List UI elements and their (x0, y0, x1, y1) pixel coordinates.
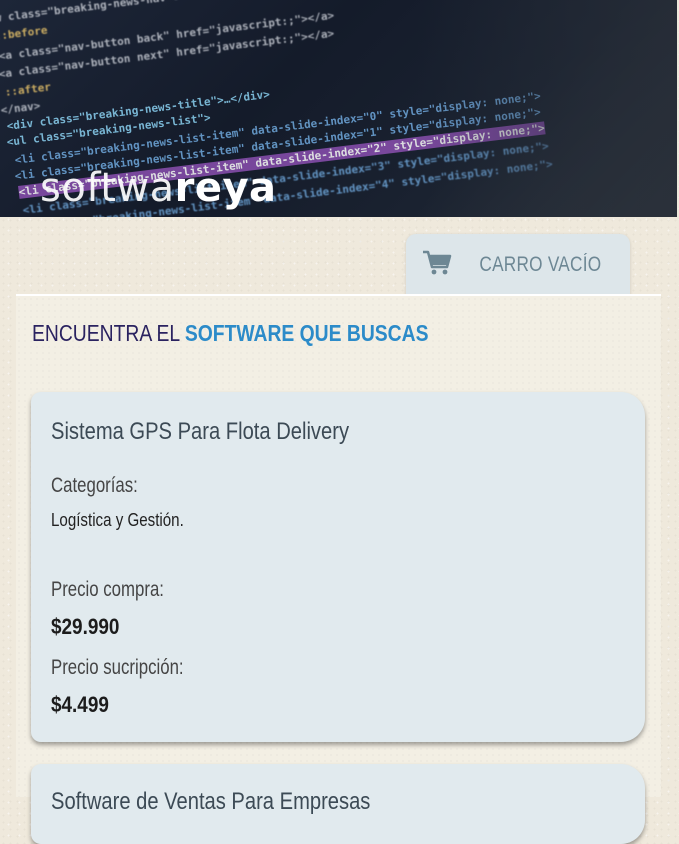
logo-bold-text: reya (174, 165, 277, 211)
categories-value: Logística y Gestión. (51, 510, 184, 530)
code-line: ::after (4, 80, 52, 99)
purchase-price: $29.990 (51, 614, 120, 639)
subscription-price-label: Precio sucripción: (51, 656, 184, 679)
categories-label: Categorías: (51, 474, 138, 497)
code-line: w class="breaking-news-nav cf"> (0, 0, 200, 25)
product-name[interactable]: Sistema GPS Para Flota Delivery (51, 418, 349, 446)
subscription-price: $4.499 (51, 692, 109, 717)
code-line: ::before (0, 23, 49, 43)
product-catalog: ENCUENTRA EL SOFTWARE QUE BUSCAS Sistema… (16, 294, 661, 844)
header-banner: w class="breaking-news-nav cf"> ::before… (0, 0, 677, 217)
title-part-2: SOFTWARE QUE BUSCAS (184, 320, 429, 346)
cart-label: CARRO VACÍO (478, 253, 601, 276)
purchase-price-label: Precio compra: (51, 578, 164, 601)
title-part-1: ENCUENTRA EL (32, 320, 185, 346)
banner-shade (417, 0, 677, 217)
code-line: </nav> (0, 99, 42, 117)
cart-button[interactable]: CARRO VACÍO (406, 234, 630, 296)
product-name[interactable]: Software de Ventas Para Empresas (51, 788, 370, 816)
product-card[interactable]: Sistema GPS Para Flota Delivery Categorí… (31, 392, 645, 742)
cart-icon (422, 250, 452, 281)
page-title: ENCUENTRA EL SOFTWARE QUE BUSCAS (32, 320, 428, 347)
logo-light-text: softwa (40, 165, 175, 211)
site-logo[interactable]: softwareya (40, 168, 277, 208)
product-card[interactable]: Software de Ventas Para Empresas (31, 764, 645, 844)
